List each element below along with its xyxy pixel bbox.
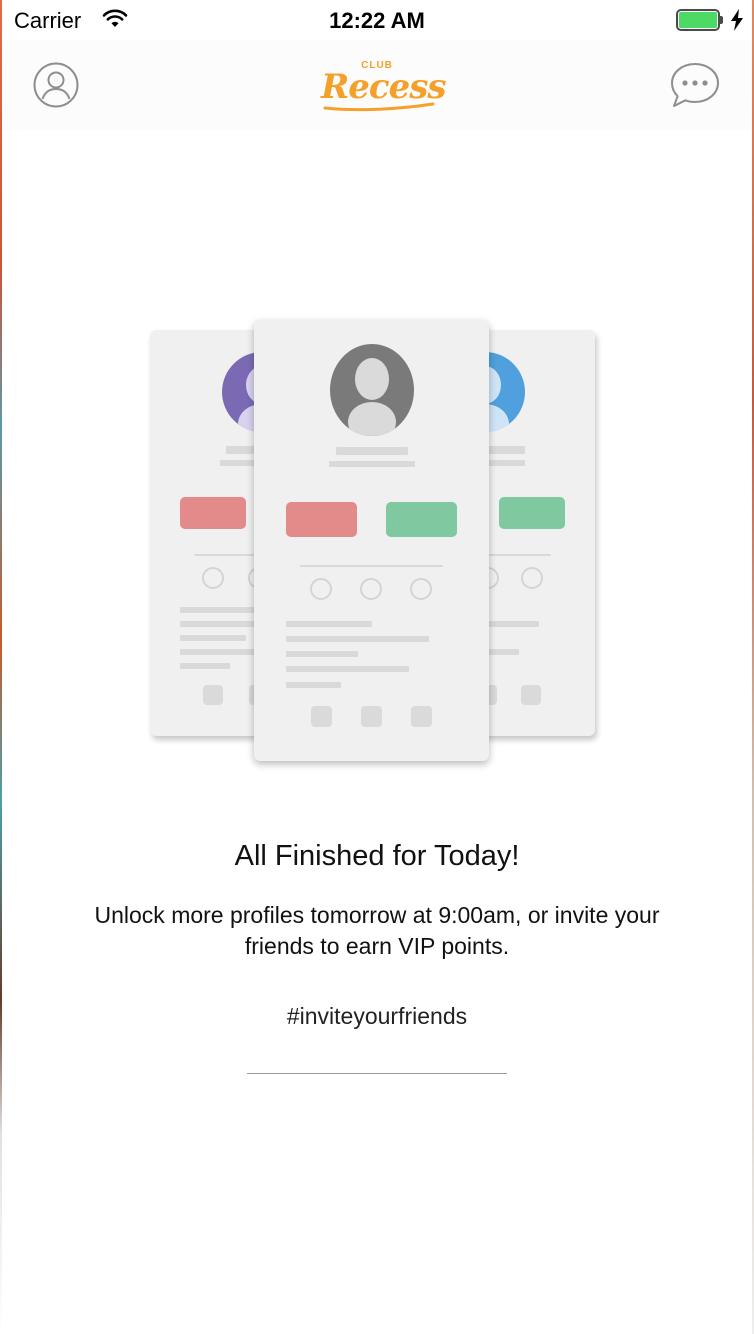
charging-bolt-icon [731,9,743,31]
battery-icon [676,9,724,31]
club-recess-logo: CLUB Recess [317,58,447,114]
battery-fill [679,12,717,28]
invite-friends-link[interactable]: #inviteyourfriends [0,1003,754,1030]
finished-title: All Finished for Today! [234,840,520,872]
profile-icon [33,62,79,108]
finished-description: Unlock more profiles tomorrow at 9:00am,… [94,902,660,959]
reject-button-shape [180,497,246,529]
chat-button[interactable] [668,60,722,110]
reject-button-shape [286,502,357,537]
accept-button-shape [386,502,457,537]
status-bar: Carrier 12:22 AM [0,0,754,40]
logo-swoosh [323,102,435,112]
avatar-gray [330,344,414,436]
accept-button-shape [499,497,565,529]
chat-bubble-icon [671,63,719,107]
nav-bar: CLUB Recess [0,40,754,130]
left-edge [0,0,2,1334]
profile-button[interactable] [32,61,80,109]
clock: 12:22 AM [329,8,425,33]
profile-card-front [254,320,489,761]
hashtag-divider [247,1073,507,1074]
logo-recess-text: Recess [321,67,447,107]
